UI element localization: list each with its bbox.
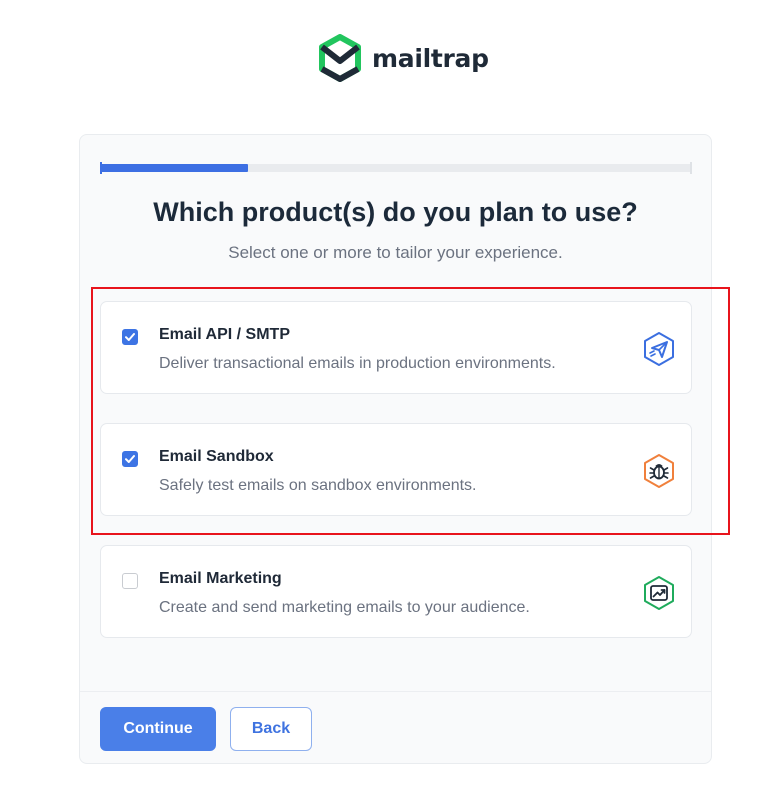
option-title: Email Marketing	[159, 570, 282, 587]
checkmark-icon	[125, 333, 135, 341]
option-email-sandbox[interactable]: Email Sandbox Safely test emails on sand…	[100, 423, 692, 516]
progress-bar	[100, 162, 692, 174]
continue-button[interactable]: Continue	[100, 707, 216, 751]
onboarding-page: mailtrap Which product(s) do you plan to…	[0, 0, 768, 800]
product-selection-card: Which product(s) do you plan to use? Sel…	[79, 134, 712, 764]
trend-chart-icon	[640, 574, 678, 612]
page-title: Which product(s) do you plan to use?	[153, 197, 638, 227]
checkmark-icon	[125, 455, 135, 463]
brand-name: mailtrap	[372, 43, 489, 73]
footer-divider	[80, 691, 711, 692]
mailtrap-logo-icon	[319, 34, 361, 82]
bug-icon	[640, 452, 678, 490]
option-description: Create and send marketing emails to your…	[159, 599, 530, 616]
option-checkbox-email-marketing[interactable]	[122, 573, 138, 589]
brand-logo: mailtrap	[318, 34, 489, 82]
page-subtitle: Select one or more to tailor your experi…	[228, 243, 563, 262]
option-email-marketing[interactable]: Email Marketing Create and send marketin…	[100, 545, 692, 638]
option-checkbox-email-sandbox[interactable]	[122, 451, 138, 467]
option-title: Email Sandbox	[159, 448, 274, 465]
progress-bar-end-cap	[690, 162, 692, 174]
option-checkbox-email-api-smtp[interactable]	[122, 329, 138, 345]
send-icon	[640, 330, 678, 368]
option-email-api-smtp[interactable]: Email API / SMTP Deliver transactional e…	[100, 301, 692, 394]
progress-bar-fill	[100, 164, 248, 172]
option-description: Deliver transactional emails in producti…	[159, 355, 556, 372]
option-title: Email API / SMTP	[159, 326, 290, 343]
progress-bar-start-cap	[100, 162, 102, 174]
back-button[interactable]: Back	[230, 707, 312, 751]
option-description: Safely test emails on sandbox environmen…	[159, 477, 477, 494]
